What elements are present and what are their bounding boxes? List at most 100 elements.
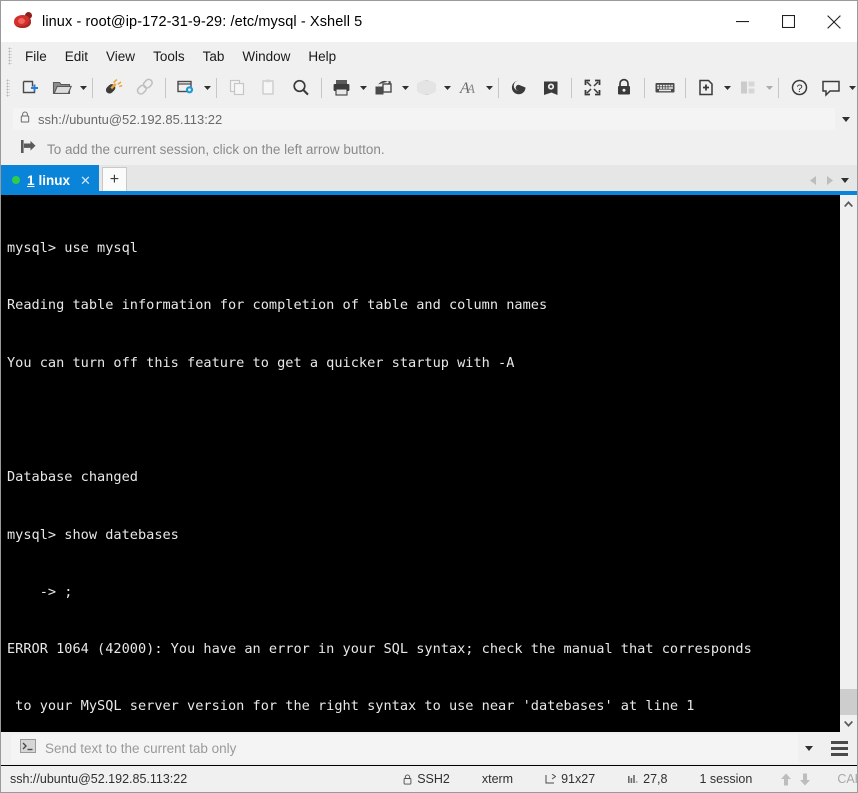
toolbar-separator <box>321 77 322 98</box>
file-transfer-caret-icon[interactable] <box>400 73 410 103</box>
status-url: ssh://ubuntu@52.192.85.113:22 <box>10 772 188 786</box>
fullscreen-icon[interactable] <box>576 73 608 103</box>
print-caret-icon[interactable] <box>358 73 368 103</box>
scroll-up-button[interactable] <box>840 195 857 212</box>
lock-icon <box>20 110 30 128</box>
toolbar-separator <box>778 77 779 98</box>
terminal-line: -> ; <box>7 583 73 600</box>
toolbar-separator <box>92 77 93 98</box>
toolbar-separator <box>498 77 499 98</box>
tab-label: linux <box>38 172 71 188</box>
terminal-output[interactable]: mysql> use mysql Reading table informati… <box>1 195 839 732</box>
layout-icon <box>732 73 764 103</box>
status-terminal-type-label: xterm <box>481 772 514 786</box>
send-text-input[interactable]: Send text to the current tab only <box>11 734 798 763</box>
toolbar: A A ? <box>1 70 857 105</box>
new-tab-button[interactable]: + <box>101 167 127 192</box>
xagent-icon[interactable] <box>535 73 567 103</box>
scrollbar-track[interactable] <box>840 212 857 715</box>
menu-item-window[interactable]: Window <box>233 46 299 67</box>
add-pane-icon[interactable] <box>690 73 722 103</box>
menu-item-help[interactable]: Help <box>299 46 345 67</box>
copy-icon <box>221 73 253 103</box>
resize-icon <box>545 773 557 785</box>
terminal-line: You can turn off this feature to get a q… <box>7 354 515 371</box>
status-download-icon <box>799 773 811 786</box>
hint-bar: To add the current session, click on the… <box>1 133 857 165</box>
xshell-icon <box>13 10 33 32</box>
feedback-icon[interactable] <box>815 73 847 103</box>
keyboard-icon[interactable] <box>649 73 681 103</box>
minimize-button[interactable] <box>719 1 765 42</box>
add-pane-caret-icon[interactable] <box>722 73 732 103</box>
menu-bar: File Edit View Tools Tab Window Help <box>1 42 857 70</box>
menu-item-tab[interactable]: Tab <box>194 46 234 67</box>
properties-caret-icon[interactable] <box>202 73 212 103</box>
terminal-line: to your MySQL server version for the rig… <box>7 698 695 715</box>
maximize-button[interactable] <box>765 1 811 42</box>
menu-grip[interactable] <box>8 47 12 65</box>
send-text-menu-icon[interactable] <box>826 736 852 762</box>
menu-item-tools[interactable]: Tools <box>144 46 194 67</box>
status-size-label: 91x27 <box>561 772 596 786</box>
print-icon[interactable] <box>326 73 358 103</box>
layout-caret-icon <box>764 73 774 103</box>
toolbar-separator <box>165 77 166 98</box>
add-session-icon[interactable] <box>20 139 37 159</box>
globe-caret-icon[interactable] <box>442 73 452 103</box>
toolbar-overflow-icon[interactable] <box>847 73 857 103</box>
column-icon <box>627 774 638 785</box>
send-text-bar: Send text to the current tab only <box>1 732 857 765</box>
xshell-window: linux - root@ip-172-31-9-29: /etc/mysql … <box>0 0 858 793</box>
toolbar-grip[interactable] <box>6 78 10 97</box>
font-icon[interactable]: A A <box>452 73 484 103</box>
tab-number: 1 <box>27 172 35 188</box>
lock-icon[interactable] <box>608 73 640 103</box>
connected-dot-icon <box>12 176 20 184</box>
terminal-line: Reading table information for completion… <box>7 297 548 314</box>
open-folder-caret-icon[interactable] <box>78 73 88 103</box>
address-dropdown-icon[interactable] <box>835 105 857 133</box>
lock-icon <box>403 773 412 785</box>
terminal-line: ERROR 1064 (42000): You have an error in… <box>7 641 752 658</box>
terminal-line: Database changed <box>7 469 138 486</box>
connect-icon[interactable] <box>97 73 129 103</box>
font-caret-icon[interactable] <box>484 73 494 103</box>
status-cursor-position: 27,8 <box>627 772 668 786</box>
file-transfer-icon[interactable] <box>368 73 400 103</box>
menu-item-file[interactable]: File <box>16 46 56 67</box>
open-folder-icon[interactable] <box>46 73 78 103</box>
tab-close-icon[interactable]: ✕ <box>80 174 91 187</box>
tab-bar: 1 linux ✕ + <box>1 165 857 195</box>
send-text-dropdown-icon[interactable] <box>798 734 820 763</box>
menu-item-view[interactable]: View <box>97 46 144 67</box>
globe-icon[interactable] <box>410 73 442 103</box>
menu-item-edit[interactable]: Edit <box>56 46 97 67</box>
properties-icon[interactable] <box>170 73 202 103</box>
terminal-scrollbar[interactable] <box>839 195 857 732</box>
status-size: 91x27 <box>545 772 595 786</box>
address-bar: ssh://ubuntu@52.192.85.113:22 <box>1 105 857 133</box>
svg-text:A: A <box>466 81 475 96</box>
scroll-down-button[interactable] <box>840 715 857 732</box>
window-controls <box>719 1 857 42</box>
toolbar-separator <box>685 77 686 98</box>
close-button[interactable] <box>811 1 857 42</box>
xftp-icon[interactable] <box>503 73 535 103</box>
status-sessions: 1 session <box>700 772 753 786</box>
status-protocol-label: SSH2 <box>417 772 450 786</box>
toolbar-separator <box>216 77 217 98</box>
terminal-line: mysql> use mysql <box>7 240 138 257</box>
hint-text: To add the current session, click on the… <box>47 141 385 157</box>
help-icon[interactable]: ? <box>783 73 815 103</box>
scrollbar-thumb[interactable] <box>840 689 857 715</box>
status-caps-lock: CAP <box>837 772 858 786</box>
title-bar: linux - root@ip-172-31-9-29: /etc/mysql … <box>1 1 857 42</box>
terminal-area: mysql> use mysql Reading table informati… <box>1 195 857 732</box>
new-session-icon[interactable] <box>14 73 46 103</box>
send-text-placeholder: Send text to the current tab only <box>45 741 237 756</box>
address-input[interactable]: ssh://ubuntu@52.192.85.113:22 <box>13 108 835 130</box>
find-icon[interactable] <box>285 73 317 103</box>
disconnect-icon <box>129 73 161 103</box>
